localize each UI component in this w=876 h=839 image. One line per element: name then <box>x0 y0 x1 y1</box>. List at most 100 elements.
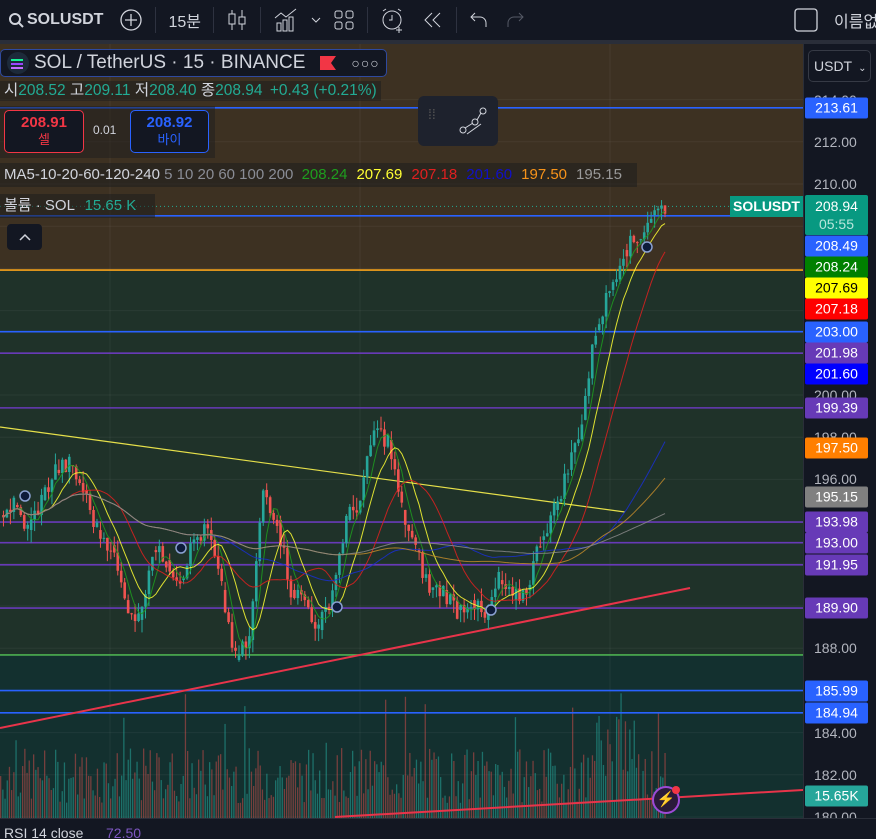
indicators-dropdown[interactable] <box>307 5 325 35</box>
volume-bar <box>431 759 433 818</box>
flag-icon[interactable] <box>319 55 337 71</box>
candle-body <box>376 428 379 431</box>
currency-select[interactable]: USDT ⌄ <box>808 50 871 82</box>
price-label: 191.95 <box>805 554 868 576</box>
layout-name[interactable]: 이름없 <box>826 5 876 35</box>
lightning-alert-icon[interactable]: ⚡ <box>652 786 680 814</box>
ma-legend[interactable]: MA5-10-20-60-120-240 5 10 20 60 100 200 … <box>0 163 637 187</box>
volume-bar <box>275 780 277 818</box>
volume-bar <box>402 774 404 818</box>
volume-bar <box>28 760 30 818</box>
more-options-icon[interactable]: ○○○ <box>351 52 379 74</box>
price-label: 208.49 <box>805 235 868 257</box>
candle-body <box>341 543 345 554</box>
volume-bar <box>204 784 206 818</box>
volume-bar <box>209 762 211 818</box>
volume-bar <box>545 776 547 818</box>
volume-bar <box>281 777 283 818</box>
volume-bar <box>360 749 363 818</box>
sell-label: 셀 <box>38 132 50 147</box>
volume-bar <box>435 759 437 818</box>
volume-legend[interactable]: 볼륨 · SOL 15.65 K <box>0 194 155 218</box>
redo-button[interactable] <box>497 5 533 35</box>
volume-bar <box>57 761 59 818</box>
ma-name: MA5-10-20-60-120-240 <box>4 166 160 183</box>
volume-bar <box>74 753 77 818</box>
drag-handle-icon[interactable]: ⁞⁞ <box>428 107 436 121</box>
buy-button[interactable]: 208.92 바이 <box>130 110 209 153</box>
chart-type-button[interactable] <box>218 5 256 35</box>
volume-bar <box>451 753 453 818</box>
volume-bar <box>495 764 497 818</box>
symbol-search-button[interactable]: SOLUSDT <box>0 5 111 35</box>
volume-bar <box>519 749 521 818</box>
indicators-button[interactable] <box>265 5 307 35</box>
candle-body <box>639 239 643 241</box>
volume-bar <box>565 802 567 818</box>
open-label: 시 <box>4 82 19 99</box>
volume-bar <box>140 800 143 818</box>
collapse-legend-button[interactable] <box>7 224 42 250</box>
price-label-text: 15.65K <box>814 787 859 804</box>
sell-button[interactable]: 208.91 셀 <box>4 110 84 153</box>
candle-body <box>265 489 268 498</box>
volume-bar <box>635 767 638 818</box>
volume-bar <box>448 796 451 818</box>
price-label: 197.50 <box>805 437 868 459</box>
volume-bar <box>244 706 246 818</box>
symbol-legend[interactable]: SOL / TetherUS · 15 · BINANCE ○○○ <box>0 49 387 77</box>
candle-body <box>286 547 289 580</box>
volume-bar <box>303 802 305 818</box>
compare-symbol-button[interactable] <box>111 5 151 35</box>
alert-button[interactable] <box>372 5 414 35</box>
redo-icon <box>507 12 524 27</box>
candle-body <box>313 622 317 629</box>
volume-bar <box>125 780 127 818</box>
candle-body <box>296 589 300 599</box>
chart-pane[interactable]: SOL / TetherUS · 15 · BINANCE ○○○ 시208.5… <box>0 44 803 818</box>
candle-body <box>206 524 210 529</box>
price-label: 203.00 <box>805 321 868 343</box>
candle-body <box>493 588 497 598</box>
trendline-tool-icon[interactable] <box>458 106 488 136</box>
top-toolbar: SOLUSDT 15분 이름없 <box>0 0 876 44</box>
volume-bar <box>59 801 61 818</box>
volume-bar <box>33 754 35 818</box>
volume-bar <box>305 764 308 818</box>
volume-bar <box>85 757 88 818</box>
price-label-text: 199.39 <box>815 399 858 416</box>
volume-bar <box>226 769 228 818</box>
candle-body <box>130 613 133 615</box>
candle-body <box>660 205 663 209</box>
volume-bar <box>336 755 338 818</box>
replay-button[interactable] <box>414 5 452 35</box>
volume-bar <box>640 798 642 818</box>
volume-bar <box>400 797 402 818</box>
candle-body <box>88 493 92 510</box>
candle-body <box>407 524 410 531</box>
candle-body <box>33 510 36 520</box>
price-label-text: 207.18 <box>815 300 858 317</box>
interval-button[interactable]: 15분 <box>160 5 209 35</box>
volume-bar <box>497 764 499 818</box>
layout-button[interactable] <box>325 5 363 35</box>
volume-bar <box>569 766 572 818</box>
price-label-text: 208.24 <box>815 258 858 275</box>
price-axis[interactable]: USDT⌄ 214.00212.00210.00208.00206.00204.… <box>803 44 876 818</box>
volume-bar <box>644 758 646 818</box>
drawing-floating-toolbar[interactable]: ⁞⁞ <box>418 96 498 146</box>
undo-button[interactable] <box>461 5 497 35</box>
volume-bar <box>242 798 244 818</box>
volume-bar <box>154 790 156 818</box>
price-label: 195.15 <box>805 486 868 508</box>
candle-body <box>158 546 161 553</box>
price-chart[interactable] <box>0 44 803 818</box>
volume-bar <box>319 770 321 818</box>
volume-bar <box>228 777 231 818</box>
price-label: 213.61 <box>805 97 868 119</box>
candle-body <box>26 524 30 529</box>
volume-bar <box>294 761 297 818</box>
layout-checkbox[interactable] <box>786 5 826 35</box>
volume-bar <box>409 752 411 818</box>
lower-zone <box>0 654 803 818</box>
